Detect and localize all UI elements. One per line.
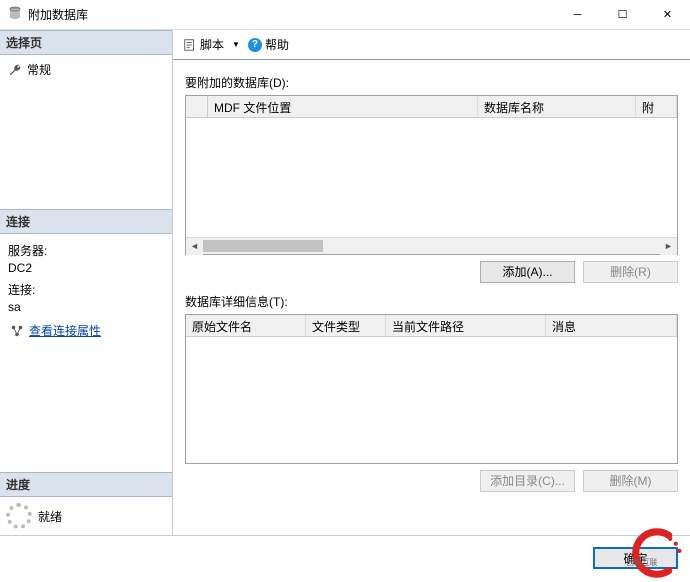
- progress-section: 进度 就绪: [0, 472, 172, 535]
- remove-detail-button: 删除(M): [583, 470, 678, 492]
- horizontal-scrollbar[interactable]: ◄ ►: [186, 237, 677, 254]
- attach-grid-header: MDF 文件位置 数据库名称 附: [186, 96, 677, 118]
- ready-text: 就绪: [38, 508, 62, 525]
- add-directory-button: 添加目录(C)...: [480, 470, 575, 492]
- minimize-button[interactable]: ─: [555, 0, 600, 29]
- server-label: 服务器:: [8, 242, 164, 259]
- scroll-left-arrow[interactable]: ◄: [186, 238, 203, 255]
- scroll-track[interactable]: [203, 238, 660, 255]
- help-label: 帮助: [265, 36, 289, 53]
- script-label: 脚本: [200, 36, 224, 53]
- view-connection-properties[interactable]: 查看连接属性: [8, 320, 164, 341]
- detail-label: 数据库详细信息(T):: [185, 293, 678, 310]
- help-icon: ?: [248, 38, 262, 52]
- detail-grid-header: 原始文件名 文件类型 当前文件路径 消息: [186, 315, 677, 337]
- footer: 确定 创新互联: [0, 535, 690, 579]
- remove-button: 删除(R): [583, 261, 678, 283]
- progress-header: 进度: [0, 472, 172, 497]
- body: 选择页 常规 连接 服务器: DC2 连接: sa 查看连接属性 进度: [0, 30, 690, 535]
- db-icon: [8, 6, 22, 23]
- detail-grid[interactable]: 原始文件名 文件类型 当前文件路径 消息: [185, 314, 678, 464]
- close-button[interactable]: ✕: [645, 0, 690, 29]
- progress-spinner-icon: [6, 503, 32, 529]
- sidebar-item-label: 常规: [27, 61, 51, 78]
- col-mdf-location[interactable]: MDF 文件位置: [208, 96, 478, 117]
- help-button[interactable]: ? 帮助: [244, 34, 293, 55]
- script-dropdown-caret[interactable]: ▼: [232, 40, 240, 49]
- attach-button-row: 添加(A)... 删除(R): [185, 261, 678, 283]
- content: 要附加的数据库(D): MDF 文件位置 数据库名称 附 ◄ ► 添加(A)..…: [173, 60, 690, 535]
- ok-button[interactable]: 确定: [593, 547, 678, 569]
- scroll-thumb[interactable]: [203, 240, 323, 252]
- col-original-filename[interactable]: 原始文件名: [186, 315, 306, 336]
- connection-section: 连接 服务器: DC2 连接: sa 查看连接属性: [0, 209, 172, 347]
- main: 脚本 ▼ ? 帮助 要附加的数据库(D): MDF 文件位置 数据库名称 附: [173, 30, 690, 535]
- attach-grid[interactable]: MDF 文件位置 数据库名称 附 ◄ ►: [185, 95, 678, 255]
- script-button[interactable]: 脚本: [179, 34, 228, 55]
- add-button[interactable]: 添加(A)...: [480, 261, 575, 283]
- attach-db-label: 要附加的数据库(D):: [185, 74, 678, 91]
- titlebar: 附加数据库 ─ ☐ ✕: [0, 0, 690, 30]
- server-value: DC2: [8, 261, 164, 275]
- conn-value: sa: [8, 300, 164, 314]
- row-header-spacer: [186, 96, 208, 117]
- connection-header: 连接: [0, 209, 172, 234]
- scroll-right-arrow[interactable]: ►: [660, 238, 677, 255]
- view-props-link[interactable]: 查看连接属性: [29, 322, 101, 339]
- col-file-type[interactable]: 文件类型: [306, 315, 386, 336]
- select-page-header: 选择页: [0, 30, 172, 55]
- col-db-name[interactable]: 数据库名称: [478, 96, 636, 117]
- maximize-button[interactable]: ☐: [600, 0, 645, 29]
- col-attach-as[interactable]: 附: [636, 96, 677, 117]
- detail-button-row: 添加目录(C)... 删除(M): [185, 470, 678, 492]
- script-icon: [183, 38, 197, 52]
- sidebar-item-general[interactable]: 常规: [6, 59, 166, 80]
- col-current-path[interactable]: 当前文件路径: [386, 315, 546, 336]
- sidebar: 选择页 常规 连接 服务器: DC2 连接: sa 查看连接属性 进度: [0, 30, 173, 535]
- toolbar: 脚本 ▼ ? 帮助: [173, 30, 690, 60]
- select-page-body: 常规: [0, 55, 172, 84]
- connection-icon: [10, 324, 24, 338]
- wrench-icon: [8, 63, 22, 77]
- col-message[interactable]: 消息: [546, 315, 677, 336]
- window-title: 附加数据库: [28, 6, 555, 23]
- conn-label: 连接:: [8, 281, 164, 298]
